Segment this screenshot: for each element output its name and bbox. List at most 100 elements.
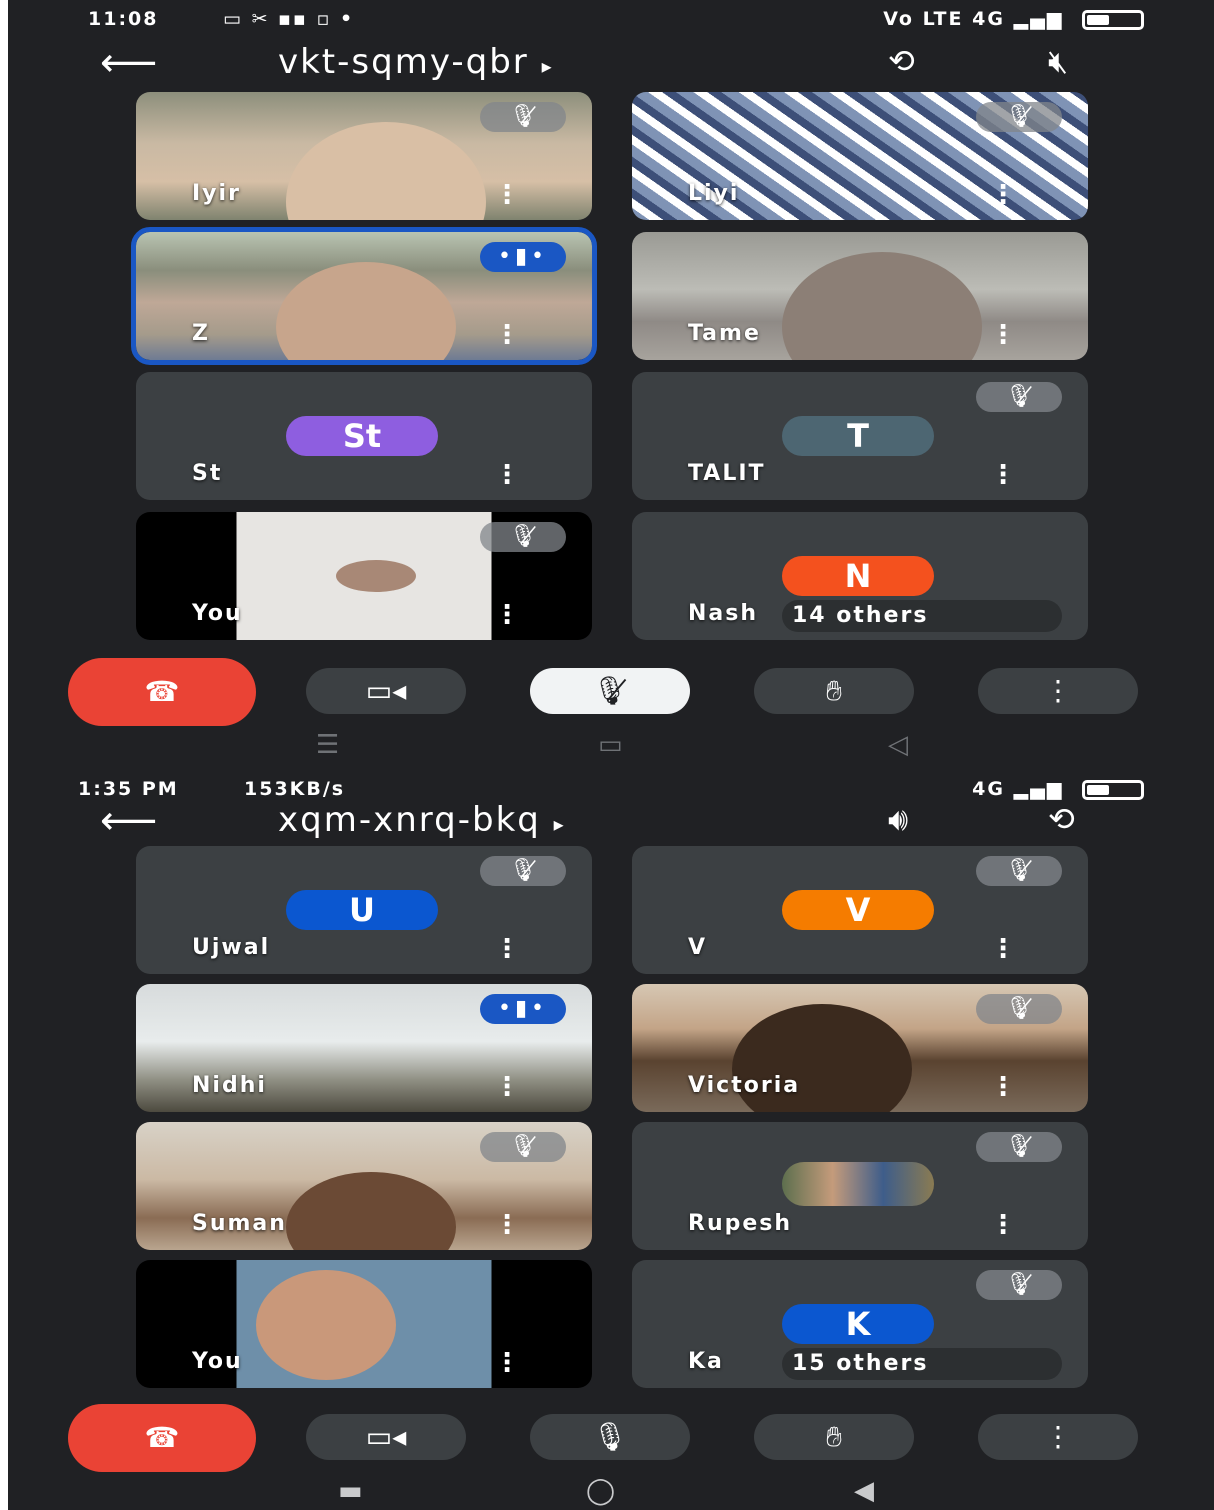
recents-icon[interactable]: ▬ bbox=[338, 1476, 363, 1506]
muted-mic-icon: 🎙︎̸ bbox=[480, 856, 566, 886]
camera-button[interactable]: ▭◂ bbox=[306, 668, 466, 714]
tile-menu-icon[interactable]: ⋮ bbox=[494, 182, 520, 208]
tile-menu-icon[interactable]: ⋮ bbox=[990, 1074, 1016, 1100]
tile-menu-icon[interactable]: ⋮ bbox=[494, 936, 520, 962]
home-icon[interactable]: ▭ bbox=[598, 730, 623, 760]
participant-name: Nidhi bbox=[192, 1073, 267, 1098]
participant-name: You bbox=[192, 1349, 243, 1374]
tile-menu-icon[interactable]: ⋮ bbox=[494, 462, 520, 488]
tile-menu-icon[interactable]: ⋮ bbox=[494, 322, 520, 348]
participant-video bbox=[782, 252, 982, 360]
participant-avatar: T bbox=[782, 416, 934, 456]
participant-name: Ka bbox=[688, 1349, 724, 1374]
participant-tile[interactable]: 🎙︎̸ V V ⋮ bbox=[632, 846, 1088, 974]
tile-menu-icon[interactable]: ⋮ bbox=[494, 602, 520, 628]
speaker-off-icon[interactable]: 🔇︎ bbox=[1048, 42, 1068, 81]
participant-tile[interactable]: 🎙︎̸ Iyir ⋮ bbox=[136, 92, 592, 220]
self-view-tile[interactable]: You ⋮ bbox=[136, 1260, 592, 1388]
meet-screen-1: 11:08 ▭ ✂ ▪▪ ▫ • Vo LTE 4G ▂▄▆ ⟵ vkt-sqm… bbox=[8, 0, 1214, 770]
participant-name: Iyir bbox=[192, 181, 241, 206]
raise-hand-button[interactable]: ✋︎ bbox=[754, 1414, 914, 1460]
back-arrow-icon[interactable]: ⟵ bbox=[100, 40, 157, 86]
meeting-code-text: vkt-sqmy-qbr bbox=[278, 42, 529, 82]
muted-mic-icon: 🎙︎̸ bbox=[480, 102, 566, 132]
meeting-code[interactable]: xqm-xnrq-bkq ▸ bbox=[278, 800, 566, 840]
participant-name: You bbox=[192, 601, 243, 626]
video-camera-icon: ▭◂ bbox=[365, 1420, 407, 1453]
participant-name: Z bbox=[192, 321, 210, 346]
muted-mic-icon: 🎙︎̸ bbox=[976, 856, 1062, 886]
participant-name: TALIT bbox=[688, 461, 766, 486]
participant-tile[interactable]: St St ⋮ bbox=[136, 372, 592, 500]
tile-menu-icon[interactable]: ⋮ bbox=[990, 322, 1016, 348]
participant-tile[interactable]: 🎙︎̸ Victoria ⋮ bbox=[632, 984, 1088, 1112]
phone-hangup-icon: ☎ bbox=[144, 1421, 180, 1454]
tile-menu-icon[interactable]: ⋮ bbox=[990, 1212, 1016, 1238]
participant-name: Rupesh bbox=[688, 1211, 793, 1236]
muted-mic-icon: 🎙︎̸ bbox=[976, 102, 1062, 132]
raise-hand-button[interactable]: ✋︎ bbox=[754, 668, 914, 714]
switch-camera-icon[interactable]: ⟲ bbox=[888, 42, 915, 80]
muted-mic-icon: 🎙︎̸ bbox=[976, 994, 1062, 1024]
muted-mic-icon: 🎙︎̸ bbox=[976, 1270, 1062, 1300]
others-tile[interactable]: N Nash 14 others bbox=[632, 512, 1088, 640]
status-time: 11:08 bbox=[88, 8, 159, 30]
more-vert-icon: ⋮ bbox=[1044, 1420, 1072, 1453]
meeting-header: ⟵ vkt-sqmy-qbr ▸ ⟲ 🔇︎ bbox=[8, 36, 1214, 92]
end-call-button[interactable]: ☎ bbox=[68, 1404, 256, 1472]
others-count[interactable]: 15 others bbox=[782, 1348, 1062, 1380]
back-arrow-icon[interactable]: ⟵ bbox=[100, 798, 157, 844]
participant-tile-speaking[interactable]: •▮• Z ⋮ bbox=[131, 227, 597, 365]
android-nav-bar: ☰ ▭ ◁ bbox=[8, 730, 1214, 770]
more-options-button[interactable]: ⋮ bbox=[978, 1414, 1138, 1460]
participant-video bbox=[286, 1172, 456, 1250]
camera-button[interactable]: ▭◂ bbox=[306, 1414, 466, 1460]
others-tile[interactable]: 🎙︎̸ K Ka 15 others bbox=[632, 1260, 1088, 1388]
mic-toggle-button[interactable]: 🎙︎ bbox=[530, 1414, 690, 1460]
participant-tile[interactable]: Tame ⋮ bbox=[632, 232, 1088, 360]
participant-name: St bbox=[192, 461, 223, 486]
participant-name: Ujwal bbox=[192, 935, 271, 960]
mic-toggle-button[interactable]: 🎙︎̸ bbox=[530, 668, 690, 714]
meeting-code[interactable]: vkt-sqmy-qbr ▸ bbox=[278, 42, 554, 82]
self-view-tile[interactable]: 🎙︎̸ You ⋮ bbox=[136, 512, 592, 640]
recents-icon[interactable]: ☰ bbox=[316, 730, 339, 760]
muted-mic-icon: 🎙︎̸ bbox=[480, 522, 566, 552]
tile-menu-icon[interactable]: ⋮ bbox=[494, 1074, 520, 1100]
participant-name: Victoria bbox=[688, 1073, 801, 1098]
tile-menu-icon[interactable]: ⋮ bbox=[494, 1350, 520, 1376]
tile-menu-icon[interactable]: ⋮ bbox=[990, 462, 1016, 488]
participant-avatar: K bbox=[782, 1304, 934, 1344]
expand-triangle-icon: ▸ bbox=[541, 54, 554, 78]
more-options-button[interactable]: ⋮ bbox=[978, 668, 1138, 714]
meet-screen-2: 1:35 PM 153KB/s 4G ▂▄▆ ⟵ xqm-xnrq-bkq ▸ … bbox=[8, 770, 1214, 1510]
speaking-indicator-icon: •▮• bbox=[480, 994, 566, 1024]
end-call-button[interactable]: ☎ bbox=[68, 658, 256, 726]
participant-video bbox=[286, 122, 486, 220]
hand-icon: ✋︎ bbox=[826, 674, 842, 707]
tile-menu-icon[interactable]: ⋮ bbox=[990, 182, 1016, 208]
back-nav-icon[interactable]: ◀ bbox=[854, 1476, 874, 1506]
participant-avatar: St bbox=[286, 416, 438, 456]
others-count[interactable]: 14 others bbox=[782, 600, 1062, 632]
participant-tile-speaking[interactable]: •▮• Nidhi ⋮ bbox=[136, 984, 592, 1112]
participant-tile[interactable]: 🎙︎̸ T TALIT ⋮ bbox=[632, 372, 1088, 500]
tile-menu-icon[interactable]: ⋮ bbox=[494, 1212, 520, 1238]
participant-tile[interactable]: 🎙︎̸ Liyi ⋮ bbox=[632, 92, 1088, 220]
home-icon[interactable]: ◯ bbox=[586, 1476, 615, 1506]
participant-tile[interactable]: 🎙︎̸ U Ujwal ⋮ bbox=[136, 846, 592, 974]
participant-tile[interactable]: 🎙︎̸ Suman ⋮ bbox=[136, 1122, 592, 1250]
more-vert-icon: ⋮ bbox=[1044, 674, 1072, 707]
phone-hangup-icon: ☎ bbox=[144, 675, 180, 708]
android-nav-bar: ▬ ◯ ◀ bbox=[8, 1476, 1214, 1510]
participant-avatar: U bbox=[286, 890, 438, 930]
back-nav-icon[interactable]: ◁ bbox=[888, 730, 908, 760]
switch-camera-icon[interactable]: ⟲ bbox=[1048, 800, 1075, 838]
participant-tile[interactable]: 🎙︎̸ Rupesh ⋮ bbox=[632, 1122, 1088, 1250]
participant-avatar: V bbox=[782, 890, 934, 930]
tile-menu-icon[interactable]: ⋮ bbox=[990, 936, 1016, 962]
self-video bbox=[336, 560, 416, 592]
signal-battery: Vo LTE 4G ▂▄▆ bbox=[883, 8, 1144, 30]
speaker-on-icon[interactable]: 🔊︎ bbox=[888, 800, 908, 839]
muted-mic-icon: 🎙︎̸ bbox=[976, 1132, 1062, 1162]
